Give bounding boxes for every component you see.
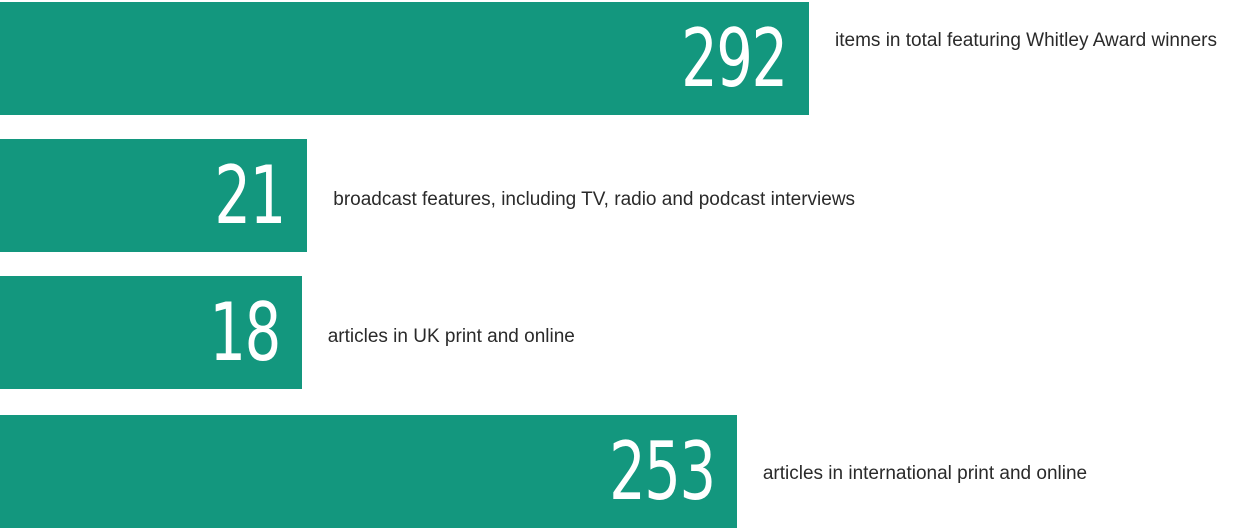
bar-value-label: 21 xyxy=(214,149,287,242)
bar-category-label: articles in UK print and online xyxy=(327,326,575,347)
bar-value-label: 292 xyxy=(681,12,788,105)
bar-category-label: broadcast features, including TV, radio … xyxy=(333,189,856,210)
bar-value-label: 18 xyxy=(209,286,281,379)
bar-value-label: 253 xyxy=(609,425,716,518)
media-coverage-bar-chart: 292 items in total featuring Whitley Awar… xyxy=(0,0,1239,528)
bar-category-label: items in total featuring Whitley Award w… xyxy=(835,30,1217,51)
bar-row: 292 xyxy=(0,2,1239,115)
bar: 18 xyxy=(0,276,302,389)
bar: 21 xyxy=(0,139,308,252)
bar-category-label: articles in international print and onli… xyxy=(762,463,1088,484)
bar: 253 xyxy=(0,415,737,528)
bar: 292 xyxy=(0,2,810,115)
